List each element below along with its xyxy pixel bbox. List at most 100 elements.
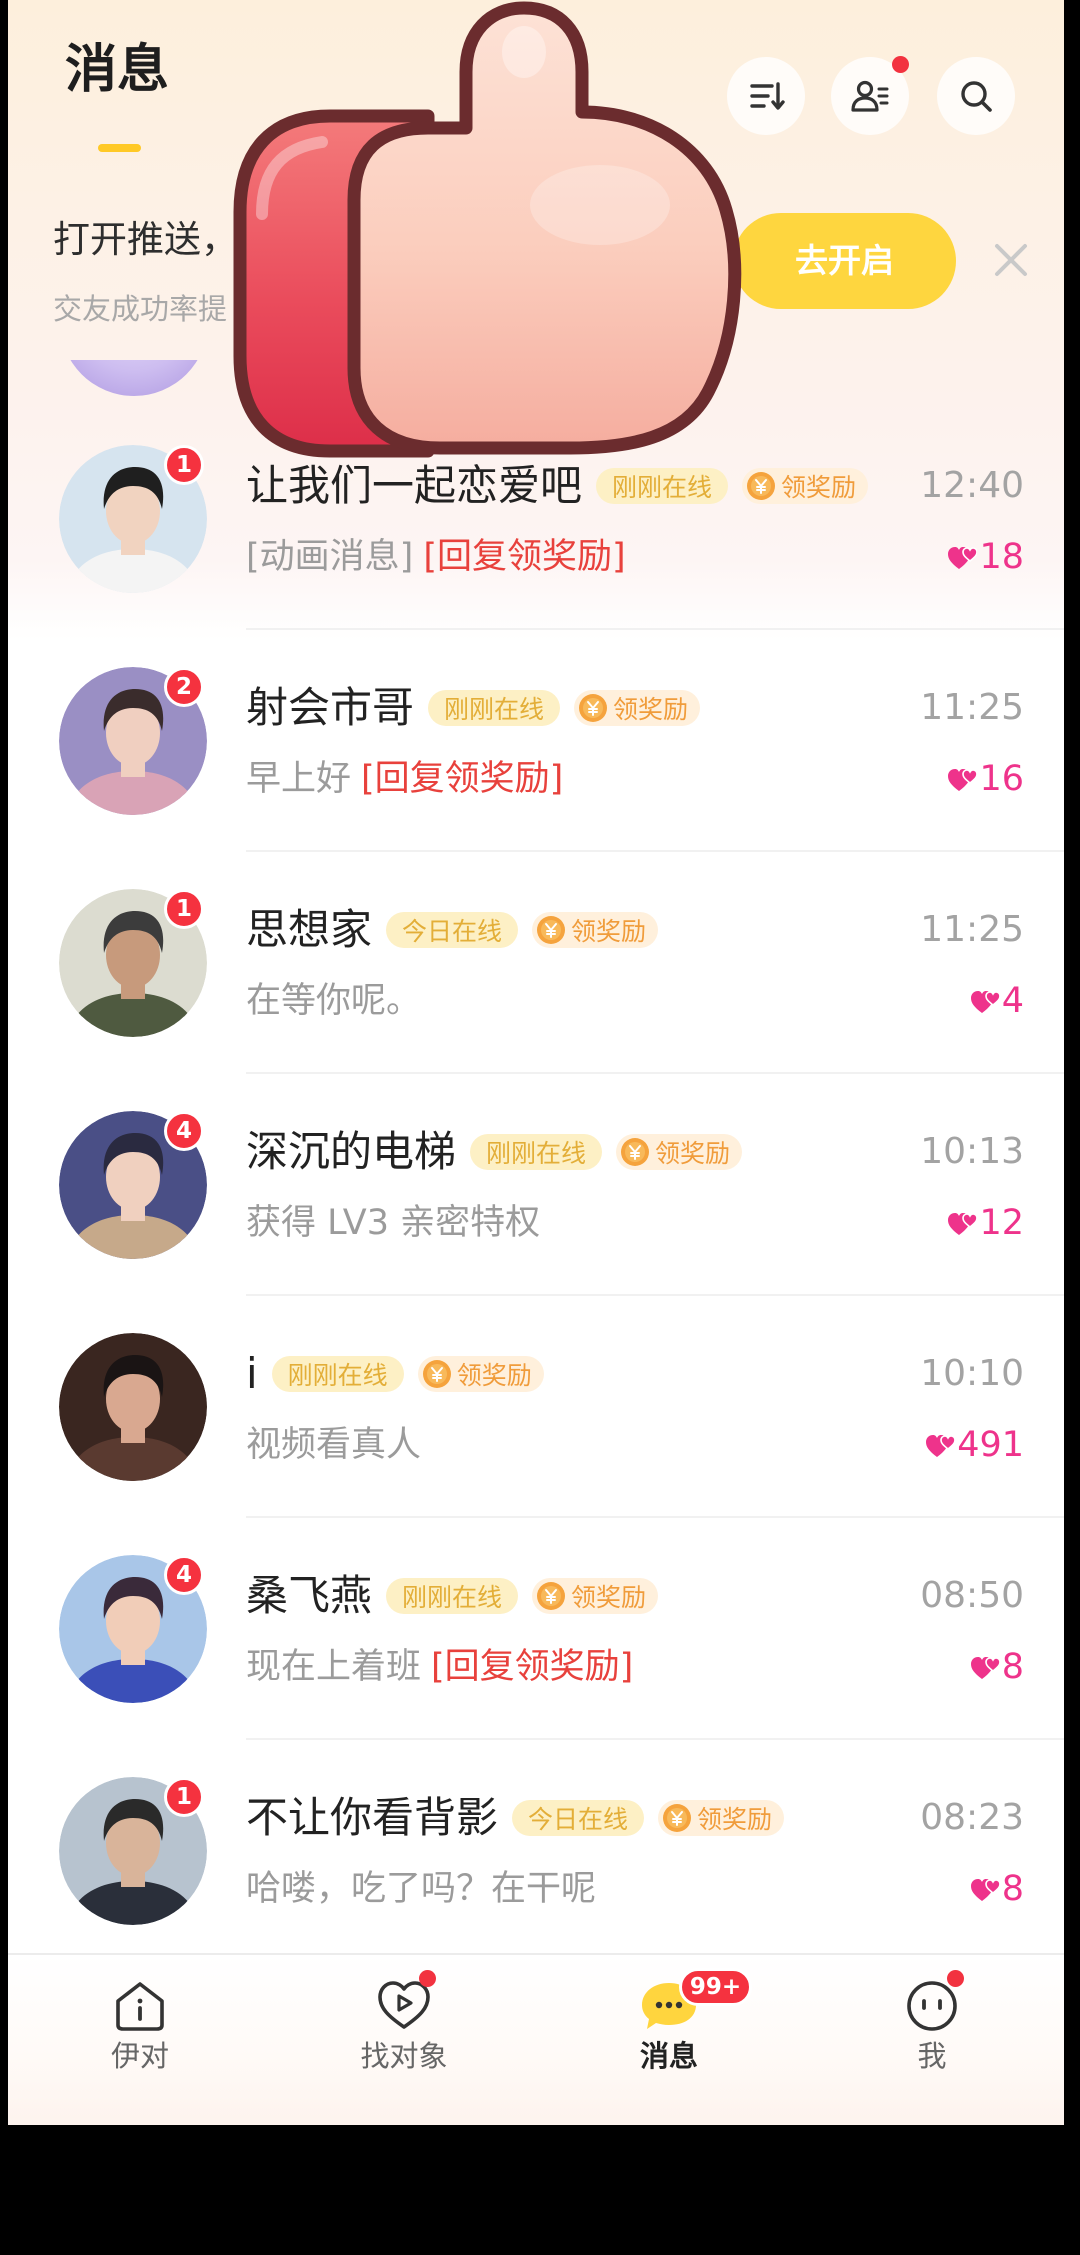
reward-tag-label: 领奖励 [781,473,857,502]
online-status-tag: 今日在线 [512,1800,645,1836]
reward-tag[interactable]: 领奖励 [616,1134,743,1170]
intimacy-heart-icon [948,547,978,569]
intimacy-value: 4 [1001,981,1024,1021]
message-text: 视频看真人 [246,1425,422,1465]
intimacy-heart-icon [926,1435,956,1457]
message-time: 08:23 [920,1797,1024,1838]
online-status-tag: 刚刚在线 [596,468,729,504]
chat-list: 1 让我们一起恋爱吧 刚刚在线 领奖励 12:40 [动画消息] [回复领奖励] 18 2 射会市… [8,408,1064,1953]
coin-icon [537,916,566,944]
online-status-tag: 今日在线 [386,912,519,948]
name-line: 不让你看背影 今日在线 领奖励 [246,1793,785,1843]
contact-name: 思想家 [246,905,373,954]
nav-label-home: 伊对 [110,2039,169,2073]
intimacy-heart-icon [970,1657,1000,1679]
online-status-tag: 刚刚在线 [428,690,561,726]
unread-badge: 4 [164,1111,204,1151]
messages-unread-badge: 99+ [679,1968,752,2006]
intimacy-value: 12 [979,1203,1024,1243]
unread-badge: 4 [164,1555,204,1595]
coin-icon [422,1360,451,1388]
message-time: 10:10 [920,1353,1024,1394]
name-line: i 刚刚在线 领奖励 [246,1349,544,1399]
intimacy-score: 491 [925,1422,1024,1468]
chat-row[interactable]: 1 不让你看背影 今日在线 领奖励 08:23 哈喽，吃了吗？在干呢 8 [8,1740,1064,1953]
coin-icon [579,694,608,722]
contact-name: 射会市哥 [246,683,415,732]
message-preview: 现在上着班 [回复领奖励] [246,1644,633,1690]
intimacy-heart-icon [948,769,978,791]
message-preview: 视频看真人 [246,1422,421,1468]
message-text: [动画消息] [246,537,414,577]
message-text: 哈喽，吃了吗？在干呢 [246,1869,597,1909]
message-time: 08:50 [920,1575,1024,1616]
name-line: 桑飞燕 刚刚在线 领奖励 [246,1571,659,1621]
unread-badge: 1 [164,889,204,929]
nav-item-home[interactable]: 伊对 [60,1955,220,2125]
message-preview: [动画消息] [回复领奖励] [246,534,626,580]
bottom-nav: 伊对 找对象 消息 99+ 我 [8,1953,1064,2125]
online-status-tag: 刚刚在线 [386,1578,519,1614]
chat-row[interactable]: i 刚刚在线 领奖励 10:10 视频看真人 491 [8,1296,1064,1518]
chat-row[interactable]: 4 深沉的电梯 刚刚在线 领奖励 10:13 获得 LV3 亲密特权 12 [8,1074,1064,1296]
avatar-photo [59,1333,207,1481]
discover-notification-dot [419,1970,436,1987]
reward-tag-label: 领奖励 [697,1805,773,1834]
intimacy-score: 4 [970,978,1024,1024]
message-time: 11:25 [920,687,1024,728]
intimacy-heart-icon [970,1879,1000,1901]
name-line: 思想家 今日在线 领奖励 [246,905,659,955]
avatar[interactable] [59,1333,207,1481]
reply-reward-hint: [回复领奖励] [361,759,564,799]
reply-reward-hint: [回复领奖励] [431,1647,634,1687]
reward-tag[interactable]: 领奖励 [742,468,869,504]
home-icon [116,1982,164,2031]
intimacy-score: 8 [970,1866,1024,1912]
nav-label-me: 我 [917,2039,947,2073]
chat-row[interactable]: 1 思想家 今日在线 领奖励 11:25 在等你呢。 4 [8,852,1064,1074]
intimacy-value: 8 [1001,1869,1024,1909]
reward-tag-label: 领奖励 [655,1139,731,1168]
chat-row[interactable]: 4 桑飞燕 刚刚在线 领奖励 08:50 现在上着班 [回复领奖励] 8 [8,1518,1064,1740]
unread-badge: 1 [164,1777,204,1817]
message-text: 早上好 [246,759,352,799]
chat-row[interactable]: 2 射会市哥 刚刚在线 领奖励 11:25 早上好 [回复领奖励] 16 [8,630,1064,852]
contact-name: 深沉的电梯 [246,1127,457,1176]
reward-tag[interactable]: 领奖励 [658,1800,785,1836]
reward-tag[interactable]: 领奖励 [574,690,701,726]
message-text: 获得 LV3 亲密特权 [246,1203,541,1243]
unread-badge: 2 [164,667,204,707]
intimacy-heart-icon [948,1213,978,1235]
reward-tag[interactable]: 领奖励 [532,1578,659,1614]
message-time: 11:25 [920,909,1024,950]
intimacy-score: 16 [947,756,1024,802]
intimacy-value: 18 [979,537,1024,577]
reward-tag-label: 领奖励 [571,1583,647,1612]
message-text: 现在上着班 [246,1647,422,1687]
coin-icon [537,1582,566,1610]
name-line: 射会市哥 刚刚在线 领奖励 [246,683,701,733]
message-time: 10:13 [920,1131,1024,1172]
reply-reward-hint: [回复领奖励] [423,537,626,577]
message-preview: 在等你呢。 [246,978,421,1024]
coin-icon [663,1804,692,1832]
reward-tag-label: 领奖励 [613,695,689,724]
nav-item-discover[interactable]: 找对象 [324,1955,484,2125]
nav-label-messages: 消息 [639,2039,698,2073]
nav-label-discover: 找对象 [360,2039,448,2073]
message-preview: 哈喽，吃了吗？在干呢 [246,1866,596,1912]
intimacy-value: 8 [1001,1647,1024,1687]
message-preview: 获得 LV3 亲密特权 [246,1200,540,1246]
intimacy-value: 16 [979,759,1024,799]
intimacy-score: 12 [947,1200,1024,1246]
reward-tag[interactable]: 领奖励 [532,912,659,948]
thumbs-up-sticker [233,1,742,458]
intimacy-heart-icon [970,991,1000,1013]
me-notification-dot [947,1970,964,1987]
nav-item-me[interactable]: 我 [852,1955,1012,2125]
reward-tag[interactable]: 领奖励 [417,1356,544,1392]
intimacy-value: 491 [957,1425,1024,1465]
intimacy-score: 8 [970,1644,1024,1690]
contact-name: 不让你看背影 [246,1793,499,1842]
message-preview: 早上好 [回复领奖励] [246,756,563,802]
